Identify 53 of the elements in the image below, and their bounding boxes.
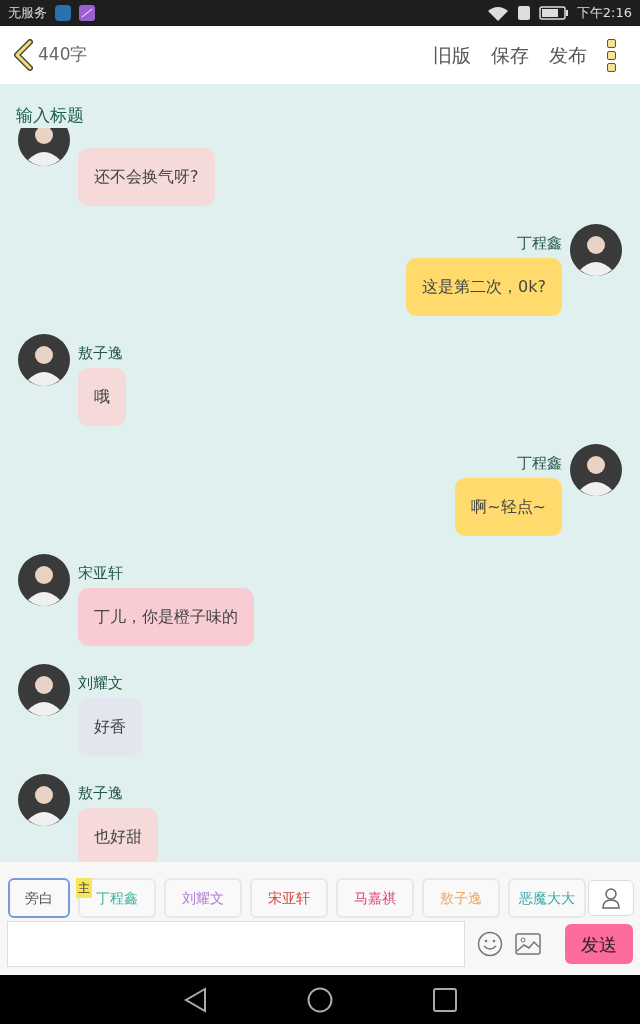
character-tab[interactable]: 丁程鑫 主 bbox=[78, 878, 156, 918]
message-bubble: 哦 bbox=[78, 368, 126, 426]
battery-icon bbox=[538, 6, 569, 20]
speaker-name: 丁程鑫 bbox=[517, 234, 562, 252]
speaker-name: 丁程鑫 bbox=[517, 454, 562, 472]
message-bubble: 丁儿，你是橙子味的 bbox=[78, 588, 254, 646]
back-nav-button[interactable] bbox=[183, 986, 207, 1013]
speaker-name: 敖子逸 bbox=[78, 784, 123, 802]
character-tab[interactable]: 宋亚轩 bbox=[250, 878, 328, 918]
header-action[interactable]: 旧版 bbox=[433, 40, 471, 70]
word-count: 440字 bbox=[38, 43, 88, 67]
menu-button[interactable] bbox=[607, 38, 616, 72]
avatar bbox=[570, 224, 622, 276]
send-button[interactable]: 发送 bbox=[565, 924, 633, 964]
title-field[interactable]: 输入标题 bbox=[16, 102, 624, 128]
avatar bbox=[18, 128, 70, 166]
header-action[interactable]: 保存 bbox=[491, 40, 529, 70]
person-icon bbox=[601, 887, 621, 909]
home-nav-button[interactable] bbox=[307, 986, 333, 1013]
message-input[interactable] bbox=[7, 921, 465, 967]
header-action[interactable]: 发布 bbox=[549, 40, 587, 70]
avatar bbox=[18, 334, 70, 386]
character-tab[interactable]: 刘耀文 bbox=[164, 878, 242, 918]
smiley-icon bbox=[477, 931, 503, 957]
message-bubble: 这是第二次，0k? bbox=[406, 258, 562, 316]
square-icon bbox=[433, 987, 457, 1012]
image-icon bbox=[515, 933, 541, 955]
avatar bbox=[570, 444, 622, 496]
wifi-icon bbox=[486, 5, 509, 21]
carrier-label: 无服务 bbox=[8, 4, 47, 23]
recents-nav-button[interactable] bbox=[433, 987, 457, 1012]
triangle-icon bbox=[183, 986, 207, 1013]
message-bubble: 啊~轻点~ bbox=[455, 478, 562, 536]
message-bubble: 还不会换气呀? bbox=[78, 148, 215, 206]
image-button[interactable] bbox=[515, 933, 541, 955]
character-tab[interactable]: 马嘉祺 bbox=[336, 878, 414, 918]
speaker-name: 宋亚轩 bbox=[78, 564, 123, 582]
main-badge: 主 bbox=[76, 878, 92, 898]
message-bubble: 好香 bbox=[78, 698, 142, 756]
circle-icon bbox=[307, 986, 333, 1013]
image-icon bbox=[79, 5, 95, 21]
avatar bbox=[18, 554, 70, 606]
avatar bbox=[18, 774, 70, 826]
profile-button[interactable] bbox=[588, 880, 634, 916]
message-bubble: 也好甜 bbox=[78, 808, 158, 862]
speaker-name: 敖子逸 bbox=[78, 344, 123, 362]
avatar bbox=[18, 664, 70, 716]
back-icon bbox=[12, 39, 34, 71]
emoji-button[interactable] bbox=[477, 931, 503, 957]
speaker-name: 刘耀文 bbox=[78, 674, 123, 692]
clock: 下午2:16 bbox=[576, 4, 632, 23]
character-tab[interactable]: 旁白 bbox=[8, 878, 70, 918]
back-button[interactable] bbox=[12, 39, 34, 71]
